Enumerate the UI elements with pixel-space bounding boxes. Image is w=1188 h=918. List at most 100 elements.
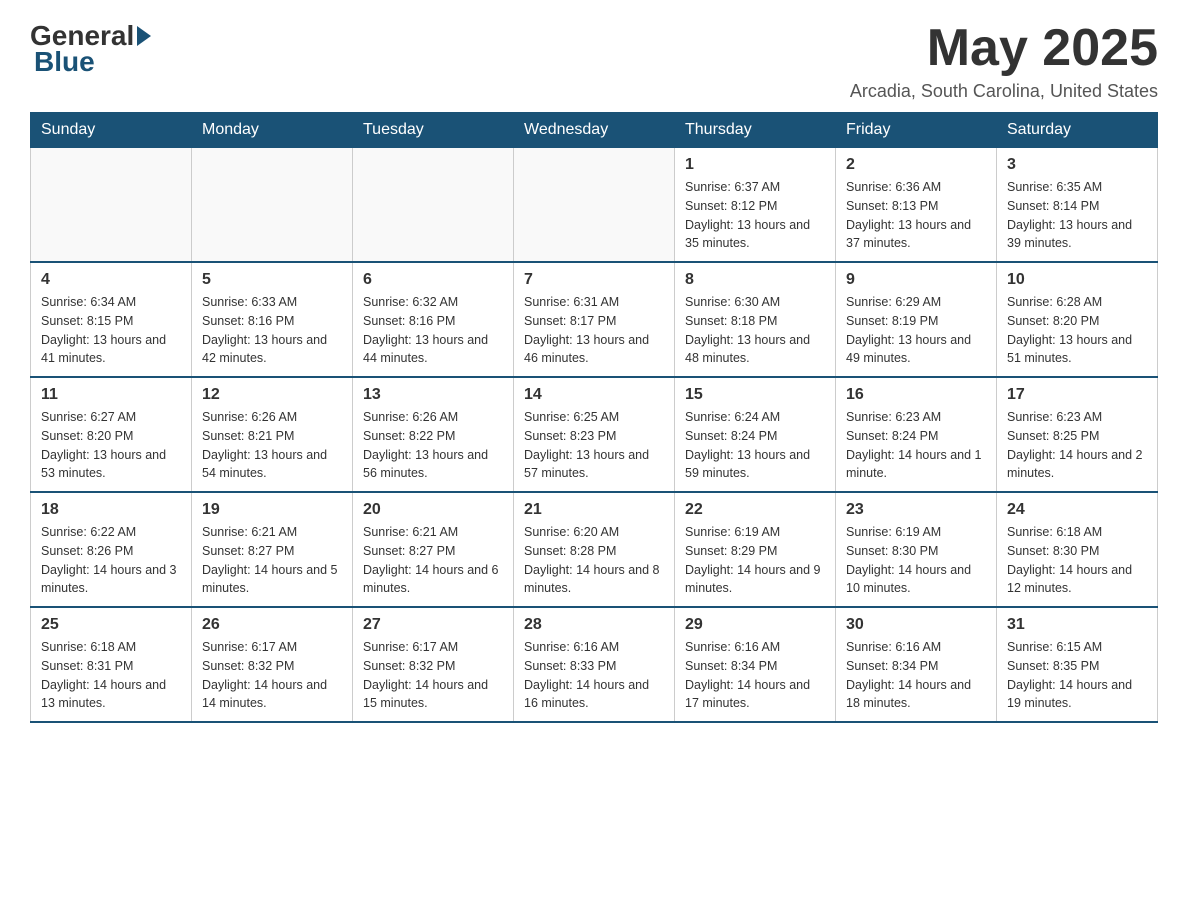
day-info: Sunrise: 6:34 AM Sunset: 8:15 PM Dayligh…	[41, 293, 181, 368]
day-info: Sunrise: 6:27 AM Sunset: 8:20 PM Dayligh…	[41, 408, 181, 483]
calendar-cell: 5Sunrise: 6:33 AM Sunset: 8:16 PM Daylig…	[192, 262, 353, 377]
day-number: 3	[1007, 156, 1147, 174]
week-row-4: 18Sunrise: 6:22 AM Sunset: 8:26 PM Dayli…	[31, 492, 1158, 607]
calendar-cell	[353, 148, 514, 263]
day-info: Sunrise: 6:37 AM Sunset: 8:12 PM Dayligh…	[685, 178, 825, 253]
day-info: Sunrise: 6:26 AM Sunset: 8:21 PM Dayligh…	[202, 408, 342, 483]
calendar-cell: 9Sunrise: 6:29 AM Sunset: 8:19 PM Daylig…	[836, 262, 997, 377]
header-friday: Friday	[836, 113, 997, 148]
day-info: Sunrise: 6:29 AM Sunset: 8:19 PM Dayligh…	[846, 293, 986, 368]
day-info: Sunrise: 6:25 AM Sunset: 8:23 PM Dayligh…	[524, 408, 664, 483]
calendar-cell: 8 Sunrise: 6:30 AM Sunset: 8:18 PM Daylig…	[675, 262, 836, 377]
day-number: 24	[1007, 501, 1147, 519]
header-saturday: Saturday	[997, 113, 1158, 148]
day-info: Sunrise: 6:15 AM Sunset: 8:35 PM Dayligh…	[1007, 638, 1147, 713]
header-sunday: Sunday	[31, 113, 192, 148]
day-info: Sunrise: 6:35 AM Sunset: 8:14 PM Dayligh…	[1007, 178, 1147, 253]
calendar-cell: 22Sunrise: 6:19 AM Sunset: 8:29 PM Dayli…	[675, 492, 836, 607]
day-number: 4	[41, 271, 181, 289]
calendar-cell: 4 Sunrise: 6:34 AM Sunset: 8:15 PM Daylig…	[31, 262, 192, 377]
day-number: 6	[363, 271, 503, 289]
calendar-cell: 24 Sunrise: 6:18 AM Sunset: 8:30 PM Dayli…	[997, 492, 1158, 607]
calendar-cell: 10 Sunrise: 6:28 AM Sunset: 8:20 PM Dayli…	[997, 262, 1158, 377]
day-number: 10	[1007, 271, 1147, 289]
calendar-cell: 28Sunrise: 6:16 AM Sunset: 8:33 PM Dayli…	[514, 607, 675, 722]
calendar-cell: 11Sunrise: 6:27 AM Sunset: 8:20 PM Dayli…	[31, 377, 192, 492]
day-info: Sunrise: 6:26 AM Sunset: 8:22 PM Dayligh…	[363, 408, 503, 483]
day-info: Sunrise: 6:32 AM Sunset: 8:16 PM Dayligh…	[363, 293, 503, 368]
header-monday: Monday	[192, 113, 353, 148]
header-tuesday: Tuesday	[353, 113, 514, 148]
calendar-cell: 16Sunrise: 6:23 AM Sunset: 8:24 PM Dayli…	[836, 377, 997, 492]
day-info: Sunrise: 6:28 AM Sunset: 8:20 PM Dayligh…	[1007, 293, 1147, 368]
day-info: Sunrise: 6:18 AM Sunset: 8:31 PM Dayligh…	[41, 638, 181, 713]
calendar-cell: 1Sunrise: 6:37 AM Sunset: 8:12 PM Daylig…	[675, 148, 836, 263]
calendar-cell: 12 Sunrise: 6:26 AM Sunset: 8:21 PM Dayli…	[192, 377, 353, 492]
day-number: 5	[202, 271, 342, 289]
day-number: 19	[202, 501, 342, 519]
day-number: 12	[202, 386, 342, 404]
day-number: 29	[685, 616, 825, 634]
calendar-cell: 31Sunrise: 6:15 AM Sunset: 8:35 PM Dayli…	[997, 607, 1158, 722]
month-title: May 2025	[850, 20, 1158, 77]
day-info: Sunrise: 6:23 AM Sunset: 8:24 PM Dayligh…	[846, 408, 986, 483]
calendar-cell: 18Sunrise: 6:22 AM Sunset: 8:26 PM Dayli…	[31, 492, 192, 607]
day-info: Sunrise: 6:16 AM Sunset: 8:34 PM Dayligh…	[685, 638, 825, 713]
day-number: 2	[846, 156, 986, 174]
day-number: 21	[524, 501, 664, 519]
calendar-cell: 6 Sunrise: 6:32 AM Sunset: 8:16 PM Daylig…	[353, 262, 514, 377]
day-info: Sunrise: 6:17 AM Sunset: 8:32 PM Dayligh…	[202, 638, 342, 713]
week-row-3: 11Sunrise: 6:27 AM Sunset: 8:20 PM Dayli…	[31, 377, 1158, 492]
calendar-cell	[192, 148, 353, 263]
header-thursday: Thursday	[675, 113, 836, 148]
day-info: Sunrise: 6:23 AM Sunset: 8:25 PM Dayligh…	[1007, 408, 1147, 483]
calendar-cell: 15Sunrise: 6:24 AM Sunset: 8:24 PM Dayli…	[675, 377, 836, 492]
day-info: Sunrise: 6:19 AM Sunset: 8:29 PM Dayligh…	[685, 523, 825, 598]
day-number: 7	[524, 271, 664, 289]
calendar-cell: 3 Sunrise: 6:35 AM Sunset: 8:14 PM Daylig…	[997, 148, 1158, 263]
day-info: Sunrise: 6:21 AM Sunset: 8:27 PM Dayligh…	[363, 523, 503, 598]
calendar-cell: 27 Sunrise: 6:17 AM Sunset: 8:32 PM Dayli…	[353, 607, 514, 722]
page-header: General Blue May 2025 Arcadia, South Car…	[30, 20, 1158, 102]
day-info: Sunrise: 6:24 AM Sunset: 8:24 PM Dayligh…	[685, 408, 825, 483]
day-number: 17	[1007, 386, 1147, 404]
calendar-cell: 29 Sunrise: 6:16 AM Sunset: 8:34 PM Dayli…	[675, 607, 836, 722]
calendar-cell: 7 Sunrise: 6:31 AM Sunset: 8:17 PM Daylig…	[514, 262, 675, 377]
calendar-cell: 13Sunrise: 6:26 AM Sunset: 8:22 PM Dayli…	[353, 377, 514, 492]
day-info: Sunrise: 6:20 AM Sunset: 8:28 PM Dayligh…	[524, 523, 664, 598]
day-info: Sunrise: 6:16 AM Sunset: 8:34 PM Dayligh…	[846, 638, 986, 713]
day-number: 25	[41, 616, 181, 634]
day-info: Sunrise: 6:18 AM Sunset: 8:30 PM Dayligh…	[1007, 523, 1147, 598]
day-info: Sunrise: 6:17 AM Sunset: 8:32 PM Dayligh…	[363, 638, 503, 713]
calendar-cell: 19 Sunrise: 6:21 AM Sunset: 8:27 PM Dayli…	[192, 492, 353, 607]
logo-blue-text: Blue	[34, 46, 95, 77]
calendar-cell: 25 Sunrise: 6:18 AM Sunset: 8:31 PM Dayli…	[31, 607, 192, 722]
day-info: Sunrise: 6:31 AM Sunset: 8:17 PM Dayligh…	[524, 293, 664, 368]
day-number: 18	[41, 501, 181, 519]
calendar-cell: 14Sunrise: 6:25 AM Sunset: 8:23 PM Dayli…	[514, 377, 675, 492]
days-of-week-row: SundayMondayTuesdayWednesdayThursdayFrid…	[31, 113, 1158, 148]
day-info: Sunrise: 6:21 AM Sunset: 8:27 PM Dayligh…	[202, 523, 342, 598]
week-row-2: 4 Sunrise: 6:34 AM Sunset: 8:15 PM Daylig…	[31, 262, 1158, 377]
logo: General Blue	[30, 20, 154, 78]
week-row-1: 1Sunrise: 6:37 AM Sunset: 8:12 PM Daylig…	[31, 148, 1158, 263]
calendar-cell: 17 Sunrise: 6:23 AM Sunset: 8:25 PM Dayli…	[997, 377, 1158, 492]
title-section: May 2025 Arcadia, South Carolina, United…	[850, 20, 1158, 102]
calendar-header: SundayMondayTuesdayWednesdayThursdayFrid…	[31, 113, 1158, 148]
calendar-cell	[514, 148, 675, 263]
day-number: 8	[685, 271, 825, 289]
day-info: Sunrise: 6:30 AM Sunset: 8:18 PM Dayligh…	[685, 293, 825, 368]
day-number: 20	[363, 501, 503, 519]
header-wednesday: Wednesday	[514, 113, 675, 148]
calendar-cell: 30 Sunrise: 6:16 AM Sunset: 8:34 PM Dayli…	[836, 607, 997, 722]
day-info: Sunrise: 6:19 AM Sunset: 8:30 PM Dayligh…	[846, 523, 986, 598]
calendar-cell: 20 Sunrise: 6:21 AM Sunset: 8:27 PM Dayli…	[353, 492, 514, 607]
day-number: 30	[846, 616, 986, 634]
calendar-cell: 2Sunrise: 6:36 AM Sunset: 8:13 PM Daylig…	[836, 148, 997, 263]
calendar-cell	[31, 148, 192, 263]
day-info: Sunrise: 6:16 AM Sunset: 8:33 PM Dayligh…	[524, 638, 664, 713]
week-row-5: 25 Sunrise: 6:18 AM Sunset: 8:31 PM Dayli…	[31, 607, 1158, 722]
day-number: 23	[846, 501, 986, 519]
day-number: 27	[363, 616, 503, 634]
calendar-body: 1Sunrise: 6:37 AM Sunset: 8:12 PM Daylig…	[31, 148, 1158, 723]
